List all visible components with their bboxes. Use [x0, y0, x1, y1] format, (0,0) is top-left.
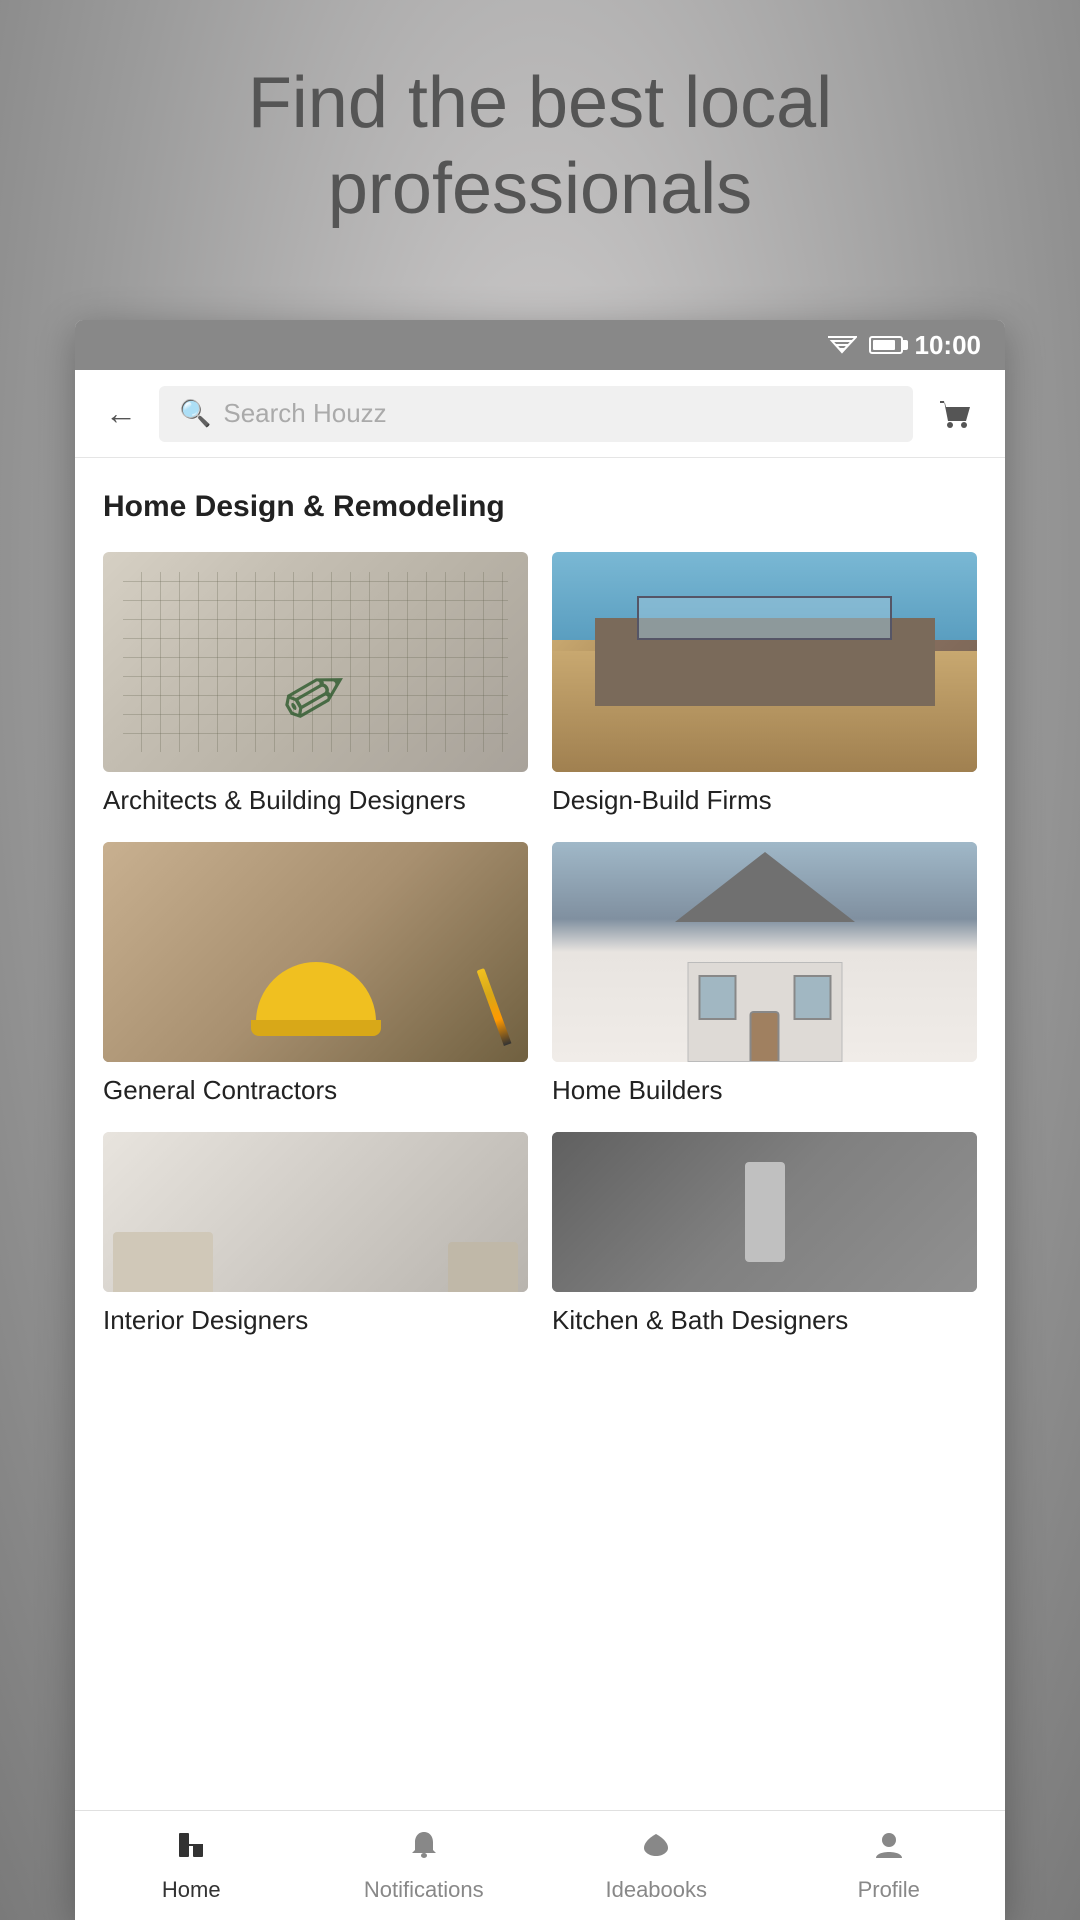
category-grid: Architects & Building Designers Design-B…: [103, 552, 977, 1337]
nav-item-ideabooks[interactable]: Ideabooks: [540, 1811, 773, 1920]
category-label-design-build: Design-Build Firms: [552, 784, 977, 818]
status-icons: 10:00: [827, 330, 982, 361]
home-icon: [174, 1828, 208, 1871]
category-label-architects: Architects & Building Designers: [103, 784, 528, 818]
bottom-nav: Home Notifications Ideabooks: [75, 1810, 1005, 1920]
nav-item-profile[interactable]: Profile: [773, 1811, 1006, 1920]
hero-section: Find the best local professionals: [0, 60, 1080, 233]
nav-label-ideabooks: Ideabooks: [605, 1877, 707, 1903]
battery-icon: [869, 336, 903, 354]
nav-label-home: Home: [162, 1877, 221, 1903]
category-item-kitchen-bath[interactable]: Kitchen & Bath Designers: [552, 1132, 977, 1338]
phone-frame: 10:00 ← 🔍 Search Houzz Home Design & Rem…: [75, 320, 1005, 1920]
cart-icon: [936, 395, 974, 433]
category-item-design-build[interactable]: Design-Build Firms: [552, 552, 977, 818]
search-input[interactable]: Search Houzz: [223, 398, 386, 429]
hero-title: Find the best local professionals: [0, 60, 1080, 233]
category-image-contractors: [103, 842, 528, 1062]
category-label-kitchen-bath: Kitchen & Bath Designers: [552, 1304, 977, 1338]
nav-item-notifications[interactable]: Notifications: [308, 1811, 541, 1920]
nav-label-notifications: Notifications: [364, 1877, 484, 1903]
cart-button[interactable]: [929, 388, 981, 440]
category-image-home-builders: [552, 842, 977, 1062]
content-area: Home Design & Remodeling Architects & Bu…: [75, 458, 1005, 1810]
search-icon: 🔍: [179, 398, 211, 429]
category-label-contractors: General Contractors: [103, 1074, 528, 1108]
category-label-home-builders: Home Builders: [552, 1074, 977, 1108]
category-image-interior: [103, 1132, 528, 1292]
category-item-architects[interactable]: Architects & Building Designers: [103, 552, 528, 818]
wifi-icon: [827, 334, 857, 356]
status-bar: 10:00: [75, 320, 1005, 370]
category-label-interior: Interior Designers: [103, 1304, 528, 1338]
back-arrow-icon: ←: [105, 395, 137, 432]
category-item-contractors[interactable]: General Contractors: [103, 842, 528, 1108]
category-item-interior[interactable]: Interior Designers: [103, 1132, 528, 1338]
search-bar[interactable]: 🔍 Search Houzz: [159, 386, 913, 442]
category-item-home-builders[interactable]: Home Builders: [552, 842, 977, 1108]
category-image-design-build: [552, 552, 977, 772]
status-time: 10:00: [915, 330, 982, 361]
category-image-kitchen-bath: [552, 1132, 977, 1292]
ideabooks-icon: [639, 1828, 673, 1871]
section-title: Home Design & Remodeling: [103, 490, 977, 524]
nav-label-profile: Profile: [858, 1877, 920, 1903]
back-button[interactable]: ←: [99, 392, 143, 436]
profile-icon: [872, 1828, 906, 1871]
category-image-architects: [103, 552, 528, 772]
top-bar: ← 🔍 Search Houzz: [75, 370, 1005, 458]
notifications-icon: [407, 1828, 441, 1871]
nav-item-home[interactable]: Home: [75, 1811, 308, 1920]
